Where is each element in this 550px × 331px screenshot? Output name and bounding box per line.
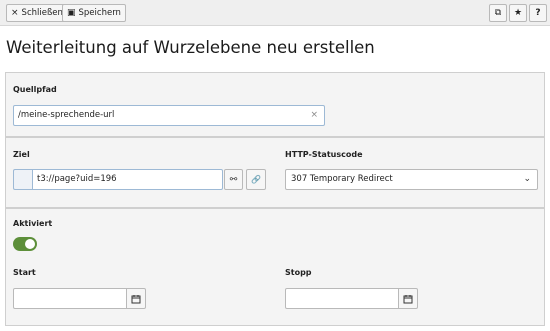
unlink-icon: ⚯ bbox=[229, 174, 238, 185]
status-code-label: HTTP-Statuscode bbox=[285, 150, 363, 159]
start-date-input[interactable] bbox=[13, 288, 127, 309]
stop-date-input[interactable] bbox=[285, 288, 399, 309]
active-label: Aktiviert bbox=[13, 219, 53, 228]
toggle-knob bbox=[25, 239, 35, 249]
link-icon: 🔗 bbox=[251, 175, 261, 184]
stop-label: Stopp bbox=[285, 268, 312, 277]
help-icon: ? bbox=[535, 7, 541, 18]
chevron-down-icon: ⌄ bbox=[523, 174, 531, 184]
status-code-select[interactable]: 307 Temporary Redirect ⌄ bbox=[285, 169, 538, 190]
link-type-indicator bbox=[13, 169, 32, 190]
clear-icon[interactable]: × bbox=[310, 106, 318, 125]
star-icon: ★ bbox=[513, 7, 523, 18]
source-path-input[interactable]: /meine-sprechende-url × bbox=[13, 105, 325, 126]
close-icon: × bbox=[11, 7, 19, 18]
toolbar: × Schließen ▣ Speichern ⧉ ★ ? bbox=[0, 0, 550, 26]
stop-calendar-button[interactable] bbox=[398, 288, 418, 309]
unlink-button[interactable]: ⚯ bbox=[224, 169, 243, 190]
target-link-value: t3://page?uid=196 bbox=[37, 174, 117, 184]
bookmark-button[interactable]: ★ bbox=[509, 4, 527, 22]
open-new-window-button[interactable]: ⧉ bbox=[489, 4, 507, 22]
page-title: Weiterleitung auf Wurzelebene neu erstel… bbox=[6, 38, 375, 57]
start-calendar-button[interactable] bbox=[126, 288, 146, 309]
calendar-icon bbox=[131, 294, 141, 303]
save-button-label: Speichern bbox=[78, 8, 121, 18]
start-label: Start bbox=[13, 268, 36, 277]
save-button[interactable]: ▣ Speichern bbox=[62, 4, 126, 22]
help-button[interactable]: ? bbox=[529, 4, 547, 22]
save-icon: ▣ bbox=[67, 7, 76, 18]
status-code-value: 307 Temporary Redirect bbox=[291, 174, 393, 184]
source-path-value: /meine-sprechende-url bbox=[18, 110, 115, 120]
link-browser-button[interactable]: 🔗 bbox=[246, 169, 266, 190]
close-button-label: Schließen bbox=[21, 8, 63, 18]
close-button[interactable]: × Schließen bbox=[6, 4, 68, 22]
external-link-icon: ⧉ bbox=[494, 7, 502, 18]
target-label: Ziel bbox=[13, 150, 30, 159]
active-toggle[interactable] bbox=[13, 237, 37, 251]
calendar-icon bbox=[403, 294, 413, 303]
target-link-input[interactable]: t3://page?uid=196 bbox=[32, 169, 223, 190]
source-label: Quellpfad bbox=[13, 85, 57, 94]
